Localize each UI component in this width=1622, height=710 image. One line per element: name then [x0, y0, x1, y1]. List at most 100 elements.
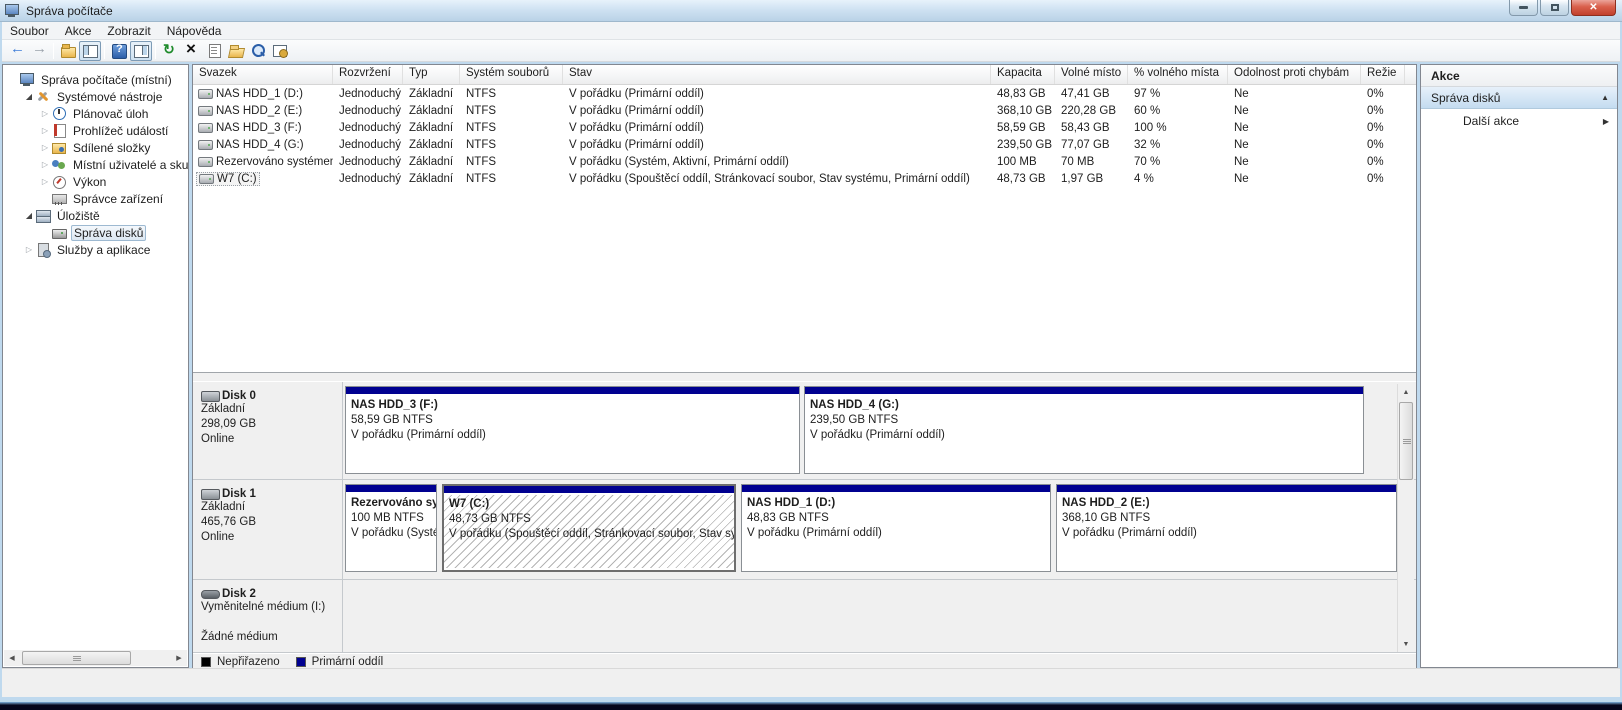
sidebar-item-m-stn-u-ivatel-a-skupiny[interactable]: ▷ Místní uživatelé a skupiny	[3, 156, 188, 173]
show-console-tree-button[interactable]	[79, 41, 101, 61]
expander-collapsed-icon[interactable]: ▷	[39, 109, 51, 118]
partition-nas-hdd-4-g[interactable]: NAS HDD_4 (G:)239,50 GB NTFSV pořádku (P…	[804, 386, 1364, 474]
menu-item-zobrazit[interactable]: Zobrazit	[99, 22, 158, 40]
expander-collapsed-icon[interactable]: ▷	[39, 143, 51, 152]
sidebar-item-pl-nova-loh[interactable]: ▷Plánovač úloh	[3, 105, 188, 122]
more-actions-label: Další akce	[1463, 114, 1603, 128]
column-header-odolnost-proti-chyb-m[interactable]: Odolnost proti chybám	[1228, 65, 1361, 84]
table-row-nas-hdd-3-f[interactable]: NAS HDD_3 (F:)JednoduchýZákladníNTFSV po…	[193, 119, 1416, 136]
menu-item-akce[interactable]: Akce	[57, 22, 100, 40]
actions-item-more-actions[interactable]: Další akce ▶	[1421, 109, 1617, 133]
column-header-syst-m-soubor[interactable]: Systém souborů	[460, 65, 563, 84]
sidebar-item-prohl-e-ud-lost[interactable]: ▷Prohlížeč událostí	[3, 122, 188, 139]
disk-label-disk-0[interactable]: Disk 0Základní298,09 GBOnline	[197, 382, 343, 479]
refresh-button[interactable]	[159, 41, 181, 61]
scroll-down-icon[interactable]: ▼	[1398, 636, 1414, 652]
partition-status: V pořádku (Systém, Aktivní, Primární odd…	[351, 526, 431, 541]
close-icon: ✕	[1589, 2, 1597, 13]
menu-item-n-pov-da[interactable]: Nápověda	[159, 22, 230, 40]
disk-label-disk-1[interactable]: Disk 1Základní465,76 GBOnline	[197, 480, 343, 579]
sidebar-item-spr-va-disk[interactable]: Správa disků	[3, 224, 188, 241]
sidebar-item-slu-by-a-aplikace[interactable]: ▷Služby a aplikace	[3, 241, 188, 258]
column-header-kapacita[interactable]: Kapacita	[991, 65, 1055, 84]
cell-free_pct: 100 %	[1128, 122, 1228, 134]
scrollbar-thumb[interactable]	[22, 651, 131, 665]
volume-name: NAS HDD_4 (G:)	[196, 139, 306, 151]
cell-status: V pořádku (Primární oddíl)	[563, 88, 991, 100]
device-manager-icon	[51, 191, 67, 206]
disk-title: Disk 0	[201, 390, 338, 402]
tree-item-label: Správa počítače (místní)	[39, 73, 174, 87]
expander-expanded-icon[interactable]: ◢	[23, 92, 35, 101]
menu-item-soubor[interactable]: Soubor	[2, 22, 57, 40]
help-button[interactable]	[108, 41, 130, 61]
table-row-rezervov-no-syst-mem[interactable]: Rezervováno systémemJednoduchýZákladníNT…	[193, 153, 1416, 170]
expander-expanded-icon[interactable]: ◢	[23, 211, 35, 220]
cell-status: V pořádku (Systém, Aktivní, Primární odd…	[563, 156, 991, 168]
disk-pane-vertical-scrollbar[interactable]: ▲ ▼	[1397, 384, 1414, 652]
primary-partition-bar	[444, 486, 734, 495]
cell-free_pct: 97 %	[1128, 88, 1228, 100]
volume-name: NAS HDD_2 (E:)	[196, 105, 304, 117]
expander-collapsed-icon[interactable]: ▷	[23, 245, 35, 254]
sidebar-item-sd-len-slo-ky[interactable]: ▷Sdílené složky	[3, 139, 188, 156]
sidebar-item-spr-vce-za-zen[interactable]: Správce zařízení	[3, 190, 188, 207]
tree-horizontal-scrollbar[interactable]: ◀ ▶	[4, 650, 187, 666]
disk-icon	[201, 590, 220, 599]
close-button[interactable]: ✕	[1571, 0, 1616, 16]
find-button[interactable]	[247, 41, 269, 61]
scroll-left-icon[interactable]: ◀	[4, 650, 20, 666]
disk-row-disk-0: Disk 0Základní298,09 GBOnlineNAS HDD_3 (…	[193, 382, 1416, 480]
collapse-arrow-icon[interactable]: ▲	[1601, 93, 1609, 102]
cell-status: V pořádku (Spouštěcí oddíl, Stránkovací …	[563, 173, 991, 185]
column-header-stav[interactable]: Stav	[563, 65, 991, 84]
sidebar-item-syst-mov-n-stroje[interactable]: ◢Systémové nástroje	[3, 88, 188, 105]
partition-nas-hdd-3-f[interactable]: NAS HDD_3 (F:)58,59 GB NTFSV pořádku (Pr…	[345, 386, 800, 474]
scroll-right-icon[interactable]: ▶	[171, 650, 187, 666]
tree-item-label: Místní uživatelé a skupiny	[71, 158, 188, 172]
column-header-voln-m-sto[interactable]: Volné místo	[1055, 65, 1128, 84]
table-row-nas-hdd-1-d[interactable]: NAS HDD_1 (D:)JednoduchýZákladníNTFSV po…	[193, 85, 1416, 102]
partition-status: V pořádku (Spouštěcí oddíl, Stránkovací …	[449, 527, 729, 542]
toolbar-separator	[104, 43, 105, 59]
table-row-nas-hdd-4-g[interactable]: NAS HDD_4 (G:)JednoduchýZákladníNTFSV po…	[193, 136, 1416, 153]
volume-name: Rezervováno systémem	[196, 156, 333, 168]
table-row-nas-hdd-2-e[interactable]: NAS HDD_2 (E:)JednoduchýZákladníNTFSV po…	[193, 102, 1416, 119]
sidebar-item-spr-va-po-ta-e-m-stn[interactable]: Správa počítače (místní)	[3, 71, 188, 88]
cell-fs: NTFS	[460, 105, 563, 117]
sidebar-item-v-kon[interactable]: ▷Výkon	[3, 173, 188, 190]
expander-collapsed-icon[interactable]: ▷	[39, 126, 51, 135]
column-header-rozvr-en[interactable]: Rozvržení	[333, 65, 403, 84]
open-folder-button[interactable]	[225, 41, 247, 61]
partition-rezervov-no-syst-mem[interactable]: Rezervováno systémem100 MB NTFSV pořádku…	[345, 484, 437, 572]
column-header-re-ie[interactable]: Režie	[1361, 65, 1405, 84]
partition-w7-c[interactable]: W7 (C:)48,73 GB NTFSV pořádku (Spouštěcí…	[442, 484, 736, 572]
delete-button[interactable]	[181, 41, 203, 61]
column-header-typ[interactable]: Typ	[403, 65, 460, 84]
volume-name-label: NAS HDD_2 (E:)	[216, 105, 302, 117]
actions-group-disk-management[interactable]: Správa disků ▲	[1421, 87, 1617, 109]
up-folder-button[interactable]	[57, 41, 79, 61]
table-row-w7-c[interactable]: W7 (C:)JednoduchýZákladníNTFSV pořádku (…	[193, 170, 1416, 187]
expander-collapsed-icon[interactable]: ▷	[39, 160, 51, 169]
primary-partition-bar	[805, 387, 1363, 396]
scroll-up-icon[interactable]: ▲	[1398, 384, 1414, 400]
partition-nas-hdd-1-d[interactable]: NAS HDD_1 (D:)48,83 GB NTFSV pořádku (Pr…	[741, 484, 1051, 572]
partition-nas-hdd-2-e[interactable]: NAS HDD_2 (E:)368,10 GB NTFSV pořádku (P…	[1056, 484, 1397, 572]
forward-button[interactable]	[28, 41, 50, 61]
expander-collapsed-icon[interactable]: ▷	[39, 177, 51, 186]
scrollbar-thumb[interactable]	[1399, 402, 1413, 480]
back-button[interactable]	[6, 41, 28, 61]
volume-icon	[198, 106, 213, 116]
restore-button[interactable]	[1540, 0, 1569, 16]
disk-label-disk-2[interactable]: Disk 2Vyměnitelné médium (I:) Žádné médi…	[197, 580, 343, 652]
console-settings-button[interactable]	[269, 41, 291, 61]
sidebar-item-lo-i-t[interactable]: ◢Úložiště	[3, 207, 188, 224]
show-action-pane-button[interactable]	[130, 41, 152, 61]
column-header-svazek[interactable]: Svazek	[193, 65, 333, 84]
partition-status: V pořádku (Primární oddíl)	[1062, 526, 1391, 541]
properties-button[interactable]	[203, 41, 225, 61]
cell-overhead: 0%	[1361, 88, 1405, 100]
column-header-voln-ho-m-sta[interactable]: % volného místa	[1128, 65, 1228, 84]
minimize-button[interactable]	[1509, 0, 1538, 16]
